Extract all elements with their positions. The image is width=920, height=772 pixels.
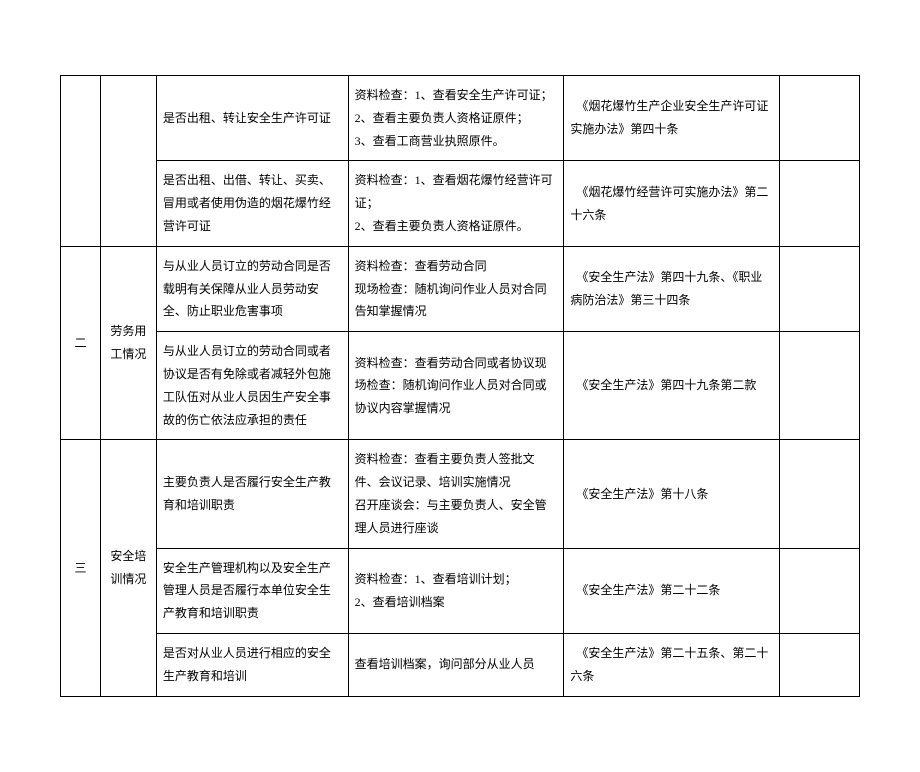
table-row: 安全生产管理机构以及安全生产管理人员是否履行本单位安全生产教育和培训职责 资料检… bbox=[61, 548, 860, 633]
inspection-method: 资料检查：查看劳动合同或者协议现场检查：随机询问作业人员对合同或协议内容掌握情况 bbox=[348, 332, 564, 440]
inspection-method: 查看培训档案，询问部分从业人员 bbox=[348, 633, 564, 696]
table-row: 三 安全培训情况 主要负责人是否履行安全生产教育和培训职责 资料检查：查看主要负… bbox=[61, 440, 860, 548]
inspection-item: 安全生产管理机构以及安全生产管理人员是否履行本单位安全生产教育和培训职责 bbox=[156, 548, 348, 633]
inspection-method: 资料检查：查看主要负责人签批文件、会议记录、培训实施情况召开座谈会：与主要负责人… bbox=[348, 440, 564, 548]
table-row: 是否出租、转让安全生产许可证 资料检查：1、查看安全生产许可证；2、查看主要负责… bbox=[61, 76, 860, 161]
inspection-method: 资料检查：查看劳动合同现场检查：随机询问作业人员对合同告知掌握情况 bbox=[348, 246, 564, 331]
inspection-method: 资料检查：1、查看培训计划；2、查看培训档案 bbox=[348, 548, 564, 633]
inspection-item: 是否对从业人员进行相应的安全生产教育和培训 bbox=[156, 633, 348, 696]
remark-cell bbox=[780, 548, 860, 633]
inspection-item: 主要负责人是否履行安全生产教育和培训职责 bbox=[156, 440, 348, 548]
remark-cell bbox=[780, 76, 860, 161]
row-category: 安全培训情况 bbox=[100, 440, 156, 696]
table-row: 是否对从业人员进行相应的安全生产教育和培训 查看培训档案，询问部分从业人员 《安… bbox=[61, 633, 860, 696]
inspection-item: 与从业人员订立的劳动合同是否载明有关保障从业人员劳动安全、防止职业危害事项 bbox=[156, 246, 348, 331]
legal-basis: 《安全生产法》第二十二条 bbox=[564, 548, 780, 633]
legal-basis: 《安全生产法》第四十九条第二款 bbox=[564, 332, 780, 440]
inspection-item: 是否出租、出借、转让、买卖、冒用或者使用伪造的烟花爆竹经营许可证 bbox=[156, 161, 348, 246]
legal-basis: 《烟花爆竹生产企业安全生产许可证实施办法》第四十条 bbox=[564, 76, 780, 161]
legal-basis: 《烟花爆竹经营许可实施办法》第二十六条 bbox=[564, 161, 780, 246]
row-number: 二 bbox=[61, 246, 101, 440]
legal-basis: 《安全生产法》第二十五条、第二十六条 bbox=[564, 633, 780, 696]
inspection-table: 是否出租、转让安全生产许可证 资料检查：1、查看安全生产许可证；2、查看主要负责… bbox=[60, 75, 860, 697]
remark-cell bbox=[780, 161, 860, 246]
table-row: 与从业人员订立的劳动合同或者协议是否有免除或者减轻外包施工队伍对从业人员因生产安… bbox=[61, 332, 860, 440]
inspection-method: 资料检查：1、查看烟花爆竹经营许可证；2、查看主要负责人资格证原件。 bbox=[348, 161, 564, 246]
row-number: 三 bbox=[61, 440, 101, 696]
row-category: 劳务用工情况 bbox=[100, 246, 156, 440]
legal-basis: 《安全生产法》第十八条 bbox=[564, 440, 780, 548]
inspection-item: 是否出租、转让安全生产许可证 bbox=[156, 76, 348, 161]
row-number bbox=[61, 76, 101, 247]
remark-cell bbox=[780, 633, 860, 696]
remark-cell bbox=[780, 246, 860, 331]
legal-basis: 《安全生产法》第四十九条、《职业病防治法》第三十四条 bbox=[564, 246, 780, 331]
remark-cell bbox=[780, 332, 860, 440]
row-category bbox=[100, 76, 156, 247]
table-row: 是否出租、出借、转让、买卖、冒用或者使用伪造的烟花爆竹经营许可证 资料检查：1、… bbox=[61, 161, 860, 246]
inspection-method: 资料检查：1、查看安全生产许可证；2、查看主要负责人资格证原件；3、查看工商营业… bbox=[348, 76, 564, 161]
remark-cell bbox=[780, 440, 860, 548]
table-row: 二 劳务用工情况 与从业人员订立的劳动合同是否载明有关保障从业人员劳动安全、防止… bbox=[61, 246, 860, 331]
inspection-item: 与从业人员订立的劳动合同或者协议是否有免除或者减轻外包施工队伍对从业人员因生产安… bbox=[156, 332, 348, 440]
